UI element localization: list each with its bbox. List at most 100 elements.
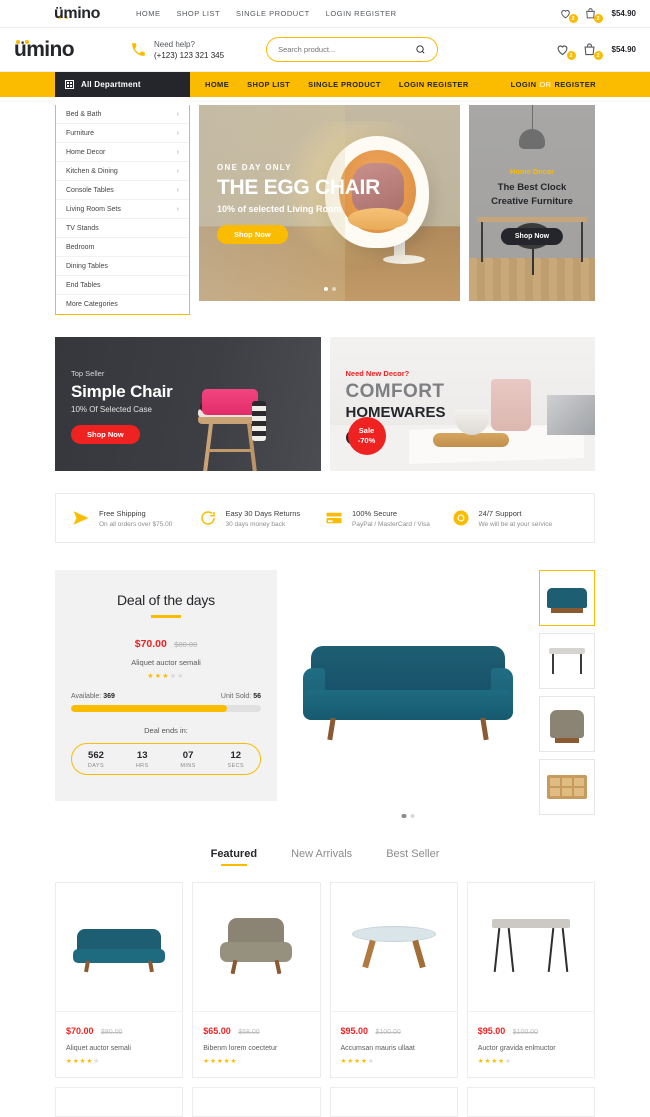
- topnav-item-3[interactable]: LOGIN REGISTER: [326, 9, 397, 18]
- service-title-2: 100% Secure: [352, 508, 398, 518]
- wishlist-button[interactable]: 2: [559, 7, 578, 23]
- product-card-1[interactable]: $65.00 $68.00 Bibenm lorem coectetur ★★★…: [192, 882, 321, 1078]
- nav-item-0[interactable]: HOME: [205, 80, 229, 89]
- search-input[interactable]: [278, 45, 416, 54]
- product-card-4[interactable]: [55, 1087, 184, 1117]
- side-banner[interactable]: Home Decor The Best Clock Creative Furni…: [469, 105, 595, 301]
- deal-thumbnails: [539, 570, 595, 815]
- hero-copy: ONE DAY ONLY THE EGG CHAIR 10% of select…: [217, 163, 380, 244]
- product-card-7[interactable]: [466, 1087, 595, 1117]
- timer-secs-label: SECS: [227, 762, 245, 769]
- all-department-label: All Department: [81, 80, 141, 89]
- help-block: Need help? (+123) 123 321 345: [130, 40, 224, 60]
- sidebar-item-furniture[interactable]: Furniture ›: [56, 124, 189, 143]
- sidebar-item-bed-bath[interactable]: Bed & Bath ›: [56, 105, 189, 124]
- product-card-2[interactable]: $95.00 $100.00 Accumsan mauris ullaat ★★…: [329, 882, 458, 1078]
- hero-shop-now-button[interactable]: Shop Now: [217, 225, 288, 244]
- sidebar-item-bedroom[interactable]: Bedroom: [56, 238, 189, 257]
- carousel-dot-1[interactable]: [323, 287, 328, 291]
- deal-dot-2[interactable]: [410, 813, 415, 818]
- tab-best-seller[interactable]: Best Seller: [386, 848, 439, 866]
- hero-kicker: ONE DAY ONLY: [217, 163, 292, 172]
- hero-banner[interactable]: ONE DAY ONLY THE EGG CHAIR 10% of select…: [199, 105, 460, 301]
- product-card-0[interactable]: $70.00 $80.00 Aliquet auctor semali ★★★★…: [55, 882, 184, 1078]
- tab-featured[interactable]: Featured: [211, 848, 257, 866]
- product-card-6[interactable]: [329, 1087, 458, 1117]
- grid-menu-icon: [65, 80, 74, 89]
- search-icon[interactable]: [415, 44, 426, 55]
- product-info-1: $65.00 $68.00 Bibenm lorem coectetur ★★★…: [193, 1011, 320, 1077]
- topnav-item-1[interactable]: SHOP LIST: [177, 9, 221, 18]
- deal-info-panel: Deal of the days $70.00 $80.00 Aliquet a…: [55, 570, 277, 801]
- cart-badge: 2: [593, 14, 603, 23]
- service-sub-0: On all orders over $75.00: [99, 520, 173, 528]
- product-card-5[interactable]: [192, 1087, 321, 1117]
- product-card-3[interactable]: $95.00 $100.00 Auctor gravida enlmuctor …: [466, 882, 595, 1078]
- sidebar-label-0: Bed & Bath: [66, 110, 102, 118]
- deal-carousel-dots[interactable]: [401, 813, 415, 818]
- topnav-item-0[interactable]: HOME: [136, 9, 161, 18]
- side-banner-line1: The Best Clock: [497, 182, 567, 193]
- login-link[interactable]: LOGIN: [511, 80, 537, 89]
- hero-carousel-dots[interactable]: [323, 287, 336, 291]
- chevron-right-icon: ›: [176, 205, 179, 213]
- service-title-1: Easy 30 Days Returns: [225, 508, 301, 518]
- service-sub-2: PayPal / MasterCard / Visa: [352, 520, 430, 528]
- search-bar[interactable]: [266, 37, 439, 62]
- logo-small[interactable]: ümino: [14, 5, 100, 23]
- nav-item-3[interactable]: LOGIN REGISTER: [399, 80, 469, 89]
- all-department-button[interactable]: All Department: [55, 72, 190, 97]
- sidebar-item-dining-tables[interactable]: Dining Tables: [56, 257, 189, 276]
- promo-copy-1: Top Seller Simple Chair 10% Of Selected …: [71, 369, 173, 444]
- topnav-item-2[interactable]: SINGLE PRODUCT: [236, 9, 310, 18]
- product-old-price-1: $68.00: [238, 1029, 260, 1036]
- blue-sofa-image: [303, 646, 513, 742]
- deal-dot-1[interactable]: [401, 813, 406, 818]
- sale-percent: -70%: [357, 436, 376, 445]
- chevron-right-icon: ›: [176, 129, 179, 137]
- deal-rating: ★★★★★: [147, 673, 185, 680]
- lifebuoy-icon: [452, 509, 470, 527]
- available-label: Available:: [71, 693, 102, 700]
- timer-hours-value: 13: [136, 749, 148, 761]
- sidebar-item-tv-stands[interactable]: TV Stands: [56, 219, 189, 238]
- promo-banner-comfort-homewares[interactable]: Need New Decor? COMFORT HOMEWARES ➔ Sale…: [329, 337, 595, 471]
- logo-main[interactable]: ümino: [14, 38, 75, 62]
- sidebar-item-home-decor[interactable]: Home Decor ›: [56, 143, 189, 162]
- promo-shop-now-button-1[interactable]: Shop Now: [71, 425, 140, 444]
- service-sub-1: 30 days money back: [225, 520, 286, 528]
- product-old-price-0: $80.00: [100, 1029, 123, 1036]
- hero-heading: THE EGG CHAIR: [217, 176, 380, 199]
- sidebar-label-5: Living Room Sets: [66, 205, 121, 213]
- side-banner-shop-now-button[interactable]: Shop Now: [500, 228, 564, 245]
- register-link[interactable]: REGISTER: [554, 80, 596, 89]
- logo-umlaut-icon-large: [16, 39, 29, 44]
- carousel-dot-2[interactable]: [331, 287, 336, 291]
- timer-mins-label: MINS: [180, 762, 196, 769]
- service-support: 24/7 Support We will be at your service: [452, 509, 579, 528]
- product-price-3: $95.00: [477, 1026, 506, 1036]
- cart-button[interactable]: 2: [584, 7, 603, 23]
- cart-button-header[interactable]: 2: [582, 42, 603, 60]
- nav-item-1[interactable]: SHOP LIST: [247, 80, 290, 89]
- cart-badge-header: 2: [593, 51, 603, 60]
- deal-thumb-cabinet[interactable]: [539, 759, 595, 815]
- help-label: Need help?: [154, 39, 195, 49]
- sidebar-item-more-categories[interactable]: More Categories: [56, 295, 189, 314]
- wishlist-button-header[interactable]: 2: [555, 42, 576, 60]
- deal-progress-bar: [71, 705, 261, 712]
- tab-new-arrivals[interactable]: New Arrivals: [291, 848, 352, 866]
- sidebar-item-kitchen-dining[interactable]: Kitchen & Dining ›: [56, 162, 189, 181]
- chevron-right-icon: ›: [176, 167, 179, 175]
- deal-thumb-sofa[interactable]: [539, 570, 595, 626]
- sidebar-item-living-room-sets[interactable]: Living Room Sets ›: [56, 200, 189, 219]
- nav-item-2[interactable]: SINGLE PRODUCT: [308, 80, 381, 89]
- promo-banner-simple-chair[interactable]: Top Seller Simple Chair 10% Of Selected …: [55, 337, 321, 471]
- sidebar-item-console-tables[interactable]: Console Tables ›: [56, 181, 189, 200]
- sidebar-item-end-tables[interactable]: End Tables: [56, 276, 189, 295]
- header-actions: 2 2 $54.90: [555, 42, 636, 60]
- deal-thumb-table[interactable]: [539, 633, 595, 689]
- pendant-lamp-icon: [519, 129, 545, 149]
- deal-thumb-armchair[interactable]: [539, 696, 595, 752]
- deal-of-the-days-section: Deal of the days $70.00 $80.00 Aliquet a…: [55, 570, 595, 818]
